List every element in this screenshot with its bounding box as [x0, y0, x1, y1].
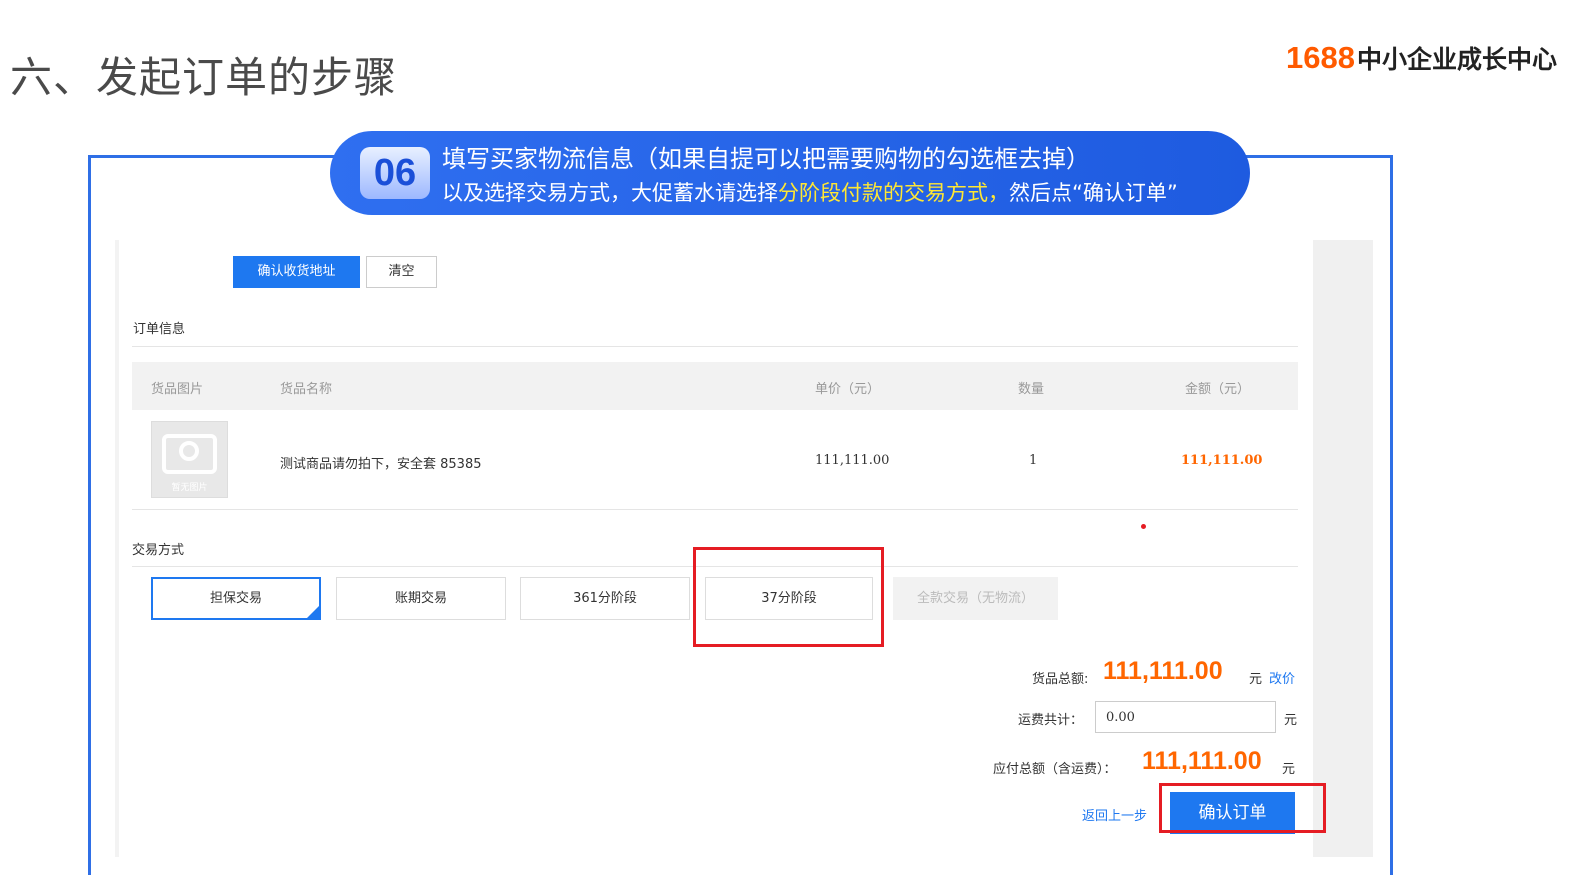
confirm-address-button[interactable]: 确认收货地址 [233, 256, 360, 288]
unit-price: 111,111.00 [815, 453, 890, 468]
banner-highlight: 分阶段付款的交易方式， [778, 181, 1009, 205]
col-amount: 金额（元） [1185, 382, 1251, 397]
step-number: 06 [360, 147, 430, 199]
clear-button[interactable]: 清空 [366, 256, 437, 288]
image-caption: 暂无图片 [171, 483, 208, 493]
scrollbar-track [1313, 240, 1373, 857]
change-price-link[interactable]: 改价 [1269, 668, 1295, 687]
brand-text: 中小企业成长中心 [1356, 45, 1557, 74]
divider [132, 346, 1298, 347]
goods-total-unit: 元 [1249, 672, 1263, 687]
col-unit-price: 单价（元） [815, 382, 881, 397]
col-qty: 数量 [1018, 382, 1045, 397]
trade-option-361-stage[interactable]: 361分阶段 [520, 577, 690, 620]
brand-number: 1688 [1286, 40, 1355, 75]
back-link[interactable]: 返回上一步 [1082, 805, 1147, 824]
payable-value: 111,111.00 [1142, 747, 1262, 775]
freight-input[interactable] [1095, 701, 1276, 733]
goods-total-label: 货品总额: [1032, 672, 1089, 687]
trade-option-credit[interactable]: 账期交易 [336, 577, 506, 620]
col-name: 货品名称 [280, 382, 333, 397]
trade-option-guarantee[interactable]: 担保交易 [151, 577, 321, 620]
highlight-box-confirm-order [1159, 783, 1326, 833]
brand-logo: 1688 中小企业成长中心 [1286, 40, 1557, 76]
banner-line-2: 以及选择交易方式，大促蓄水请选择分阶段付款的交易方式，然后点“确认订单” [442, 177, 1178, 207]
slide-title: 六、发起订单的步骤 [10, 53, 398, 102]
product-image-placeholder: 暂无图片 [151, 421, 228, 498]
banner-line-1: 填写买家物流信息（如果自提可以把需要购物的勾选框去掉） [442, 145, 1090, 173]
camera-lens-icon [179, 441, 199, 461]
col-image: 货品图片 [151, 382, 204, 397]
divider [132, 509, 1298, 510]
order-info-title: 订单信息 [133, 322, 186, 337]
banner-line-2-start: 以及选择交易方式，大促蓄水请选择 [442, 181, 778, 205]
freight-label: 运费共计： [1018, 713, 1084, 728]
freight-unit: 元 [1284, 713, 1298, 728]
table-header: 货品图片 货品名称 单价（元） 数量 金额（元） [132, 362, 1298, 410]
payable-unit: 元 [1282, 762, 1296, 777]
highlight-box-37-stage [693, 547, 884, 647]
left-border [115, 240, 119, 857]
row-amount: 111,111.00 [1181, 453, 1263, 468]
payable-label: 应付总额（含运费）： [993, 762, 1117, 777]
annotation-dot [1141, 524, 1146, 529]
quantity: 1 [1029, 453, 1038, 468]
product-name[interactable]: 测试商品请勿拍下，安全套 85385 [280, 453, 482, 472]
trade-method-title: 交易方式 [132, 543, 185, 558]
goods-total-value: 111,111.00 [1103, 657, 1223, 685]
banner-line-2-end: 然后点“确认订单” [1009, 181, 1178, 205]
step-banner: 06 填写买家物流信息（如果自提可以把需要购物的勾选框去掉） 以及选择交易方式，… [330, 131, 1250, 215]
trade-option-full-payment: 全款交易（无物流） [893, 577, 1058, 620]
